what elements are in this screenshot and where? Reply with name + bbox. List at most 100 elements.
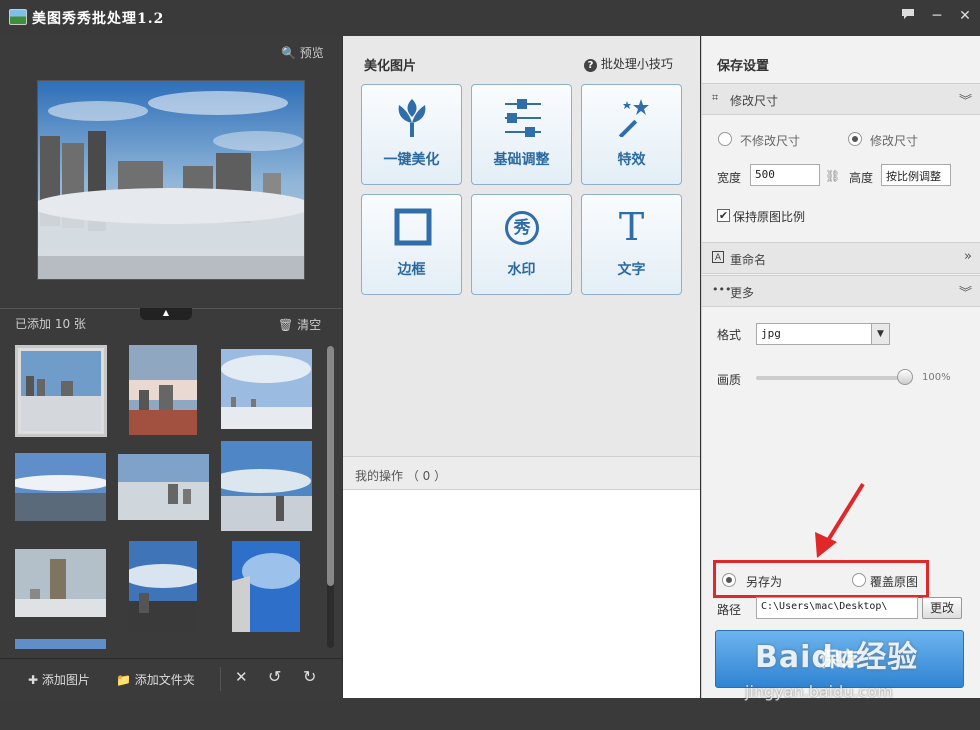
add-image-label: 添加图片 (41, 673, 90, 687)
path-input[interactable]: C:\Users\mac\Desktop\ (756, 597, 918, 619)
chevron-down-icon[interactable]: ▼ (871, 324, 889, 344)
rotate-right-icon[interactable]: ↻ (303, 667, 316, 686)
rotate-left-icon[interactable]: ↺ (268, 667, 281, 686)
path-label: 路径 (717, 603, 742, 617)
sliders-icon (505, 99, 541, 137)
thumbnail[interactable] (221, 441, 312, 531)
add-folder-label: 添加文件夹 (134, 673, 195, 687)
folder-icon: 📁 (116, 673, 131, 687)
tool-watermark[interactable]: 秀 水印 (471, 194, 572, 295)
preview-icon: 🔍 (281, 46, 296, 60)
quality-slider-handle[interactable] (897, 369, 913, 385)
section-resize-header[interactable]: ⌗ 修改尺寸 ︾ (702, 83, 980, 115)
image-toolbar: ✚ 添加图片 📁 添加文件夹 ✕ ↺ ↻ (0, 658, 342, 698)
magic-wand-icon (618, 99, 649, 137)
height-input[interactable]: 按比例调整 (881, 164, 951, 186)
radio-resize[interactable] (848, 132, 862, 146)
scrollbar-thumb[interactable] (327, 346, 334, 586)
beautify-panel: 美化图片 ? 批处理小技巧 一键美化 基础调整 特效 边框 秀 水印 T 文字 (343, 36, 700, 456)
tool-basic-adjust[interactable]: 基础调整 (471, 84, 572, 185)
watermark-url: jingyan.baidu.com (745, 682, 893, 701)
keep-ratio-checkbox[interactable]: ✔ (717, 209, 730, 222)
tool-effects[interactable]: 特效 (581, 84, 682, 185)
chevron-right-icon: » (964, 249, 972, 264)
chevron-down-icon: ︾ (958, 94, 972, 109)
quality-label: 画质 (717, 373, 742, 387)
section-title: 更多 (730, 286, 755, 300)
section-title: 重命名 (730, 253, 767, 267)
crop-icon: ⌗ (712, 91, 719, 104)
more-icon: ••• (712, 283, 732, 296)
add-image-button[interactable]: ✚ 添加图片 (28, 671, 90, 688)
add-folder-button[interactable]: 📁 添加文件夹 (116, 671, 195, 688)
clear-button[interactable]: 🗑 清空 (278, 316, 321, 333)
tool-text[interactable]: T 文字 (581, 194, 682, 295)
tips-link[interactable]: ? 批处理小技巧 (584, 55, 673, 72)
format-label: 格式 (717, 328, 742, 342)
section-rename-header[interactable]: A 重命名 » (702, 242, 980, 274)
tool-label: 基础调整 (493, 152, 550, 168)
thumbnail[interactable] (15, 453, 106, 521)
thumbnail[interactable] (118, 454, 209, 520)
frame-icon (394, 208, 432, 246)
width-label: 宽度 (717, 171, 742, 185)
tulip-icon (398, 99, 426, 137)
tool-frame[interactable]: 边框 (361, 194, 462, 295)
rename-icon: A (712, 251, 724, 263)
height-label: 高度 (849, 171, 874, 185)
question-icon: ? (584, 59, 597, 72)
plus-icon: ✚ (28, 673, 39, 687)
width-input[interactable]: 500 (750, 164, 820, 186)
save-settings-title: 保存设置 (717, 59, 770, 74)
added-count-label: 已添加 10 张 (15, 317, 86, 331)
annotation-arrow-icon (815, 482, 865, 558)
collapse-toggle[interactable]: ▲ (140, 308, 192, 320)
feedback-chat-icon[interactable] (897, 6, 919, 26)
window-title: 美图秀秀批处理1.2 (32, 11, 165, 27)
close-button[interactable]: ✕ (954, 6, 976, 26)
annotation-highlight-box (713, 560, 929, 598)
format-select[interactable]: jpg (756, 323, 890, 345)
thumbnail-selected[interactable] (15, 345, 107, 437)
trash-icon: 🗑 (278, 318, 294, 332)
app-icon (9, 9, 27, 25)
operations-header: 我的操作 （ 0 ） (343, 456, 700, 490)
tool-label: 边框 (397, 262, 426, 278)
chevron-down-icon: ︾ (958, 286, 972, 301)
tool-one-click-beautify[interactable]: 一键美化 (361, 84, 462, 185)
tool-label: 一键美化 (383, 152, 440, 168)
operations-label: 我的操作 （ 0 ） (355, 469, 447, 483)
quality-slider-track[interactable] (756, 376, 906, 380)
thumbnail[interactable] (129, 541, 197, 632)
change-path-button[interactable]: 更改 (922, 597, 962, 619)
save-settings-panel: 保存设置 ⌗ 修改尺寸 ︾ 不修改尺寸 修改尺寸 宽度 500 ⛓ 高度 按比例… (701, 36, 980, 698)
tool-label: 水印 (507, 262, 536, 278)
thumbnail[interactable] (129, 345, 197, 435)
tool-label: 特效 (617, 152, 646, 168)
radio-no-resize[interactable] (718, 132, 732, 146)
image-list-panel: 🔍 预览 ▲ 已添加 10 张 🗑 清空 ✚ 添加图片 📁 添加文件夹 ✕ ↺ … (0, 36, 342, 698)
preview-label: 预览 (299, 46, 324, 60)
text-icon: T (618, 205, 645, 249)
thumbnail[interactable] (221, 349, 312, 429)
beautify-title: 美化图片 (364, 59, 417, 74)
section-title: 修改尺寸 (730, 94, 779, 108)
link-icon[interactable]: ⛓ (825, 169, 840, 183)
keep-ratio-label: 保持原图比例 (733, 210, 806, 224)
main-preview-image (37, 80, 305, 280)
thumbnail[interactable] (232, 541, 300, 632)
delete-icon[interactable]: ✕ (235, 668, 248, 686)
operations-list (343, 490, 700, 698)
preview-button[interactable]: 🔍 预览 (281, 44, 324, 61)
thumbnail[interactable] (15, 639, 106, 649)
quality-value: 100% (922, 372, 951, 383)
radio-no-resize-label: 不修改尺寸 (740, 134, 801, 148)
radio-resize-label: 修改尺寸 (870, 134, 919, 148)
watermark-icon: 秀 (505, 211, 539, 245)
thumbnail[interactable] (15, 549, 106, 617)
toolbar-divider (220, 667, 221, 691)
watermark-brand: Baidu经验 (755, 640, 919, 675)
baidu-watermark: Baidu经验 jingyan.baidu.com (745, 620, 980, 710)
section-more-header[interactable]: ••• 更多 ︾ (702, 275, 980, 307)
minimize-button[interactable]: ─ (926, 6, 948, 26)
